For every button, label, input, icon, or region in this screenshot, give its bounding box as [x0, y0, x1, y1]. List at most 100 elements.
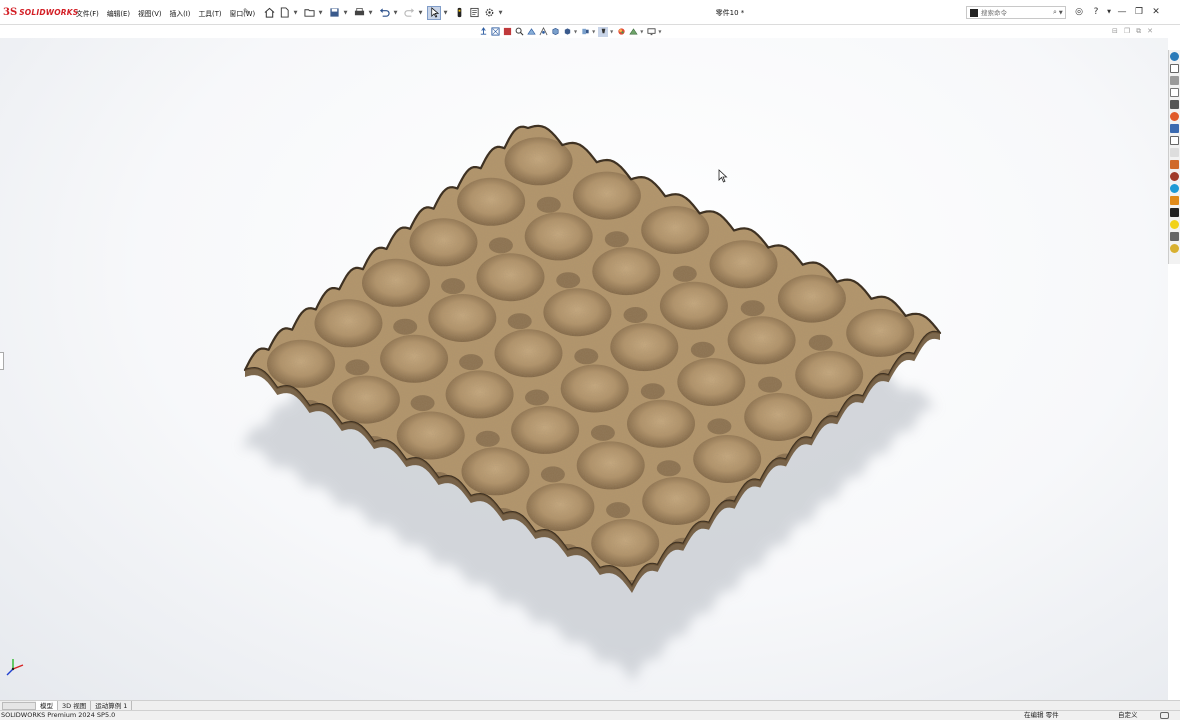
solidworks-resources-icon[interactable]	[1170, 52, 1179, 61]
appearances-icon[interactable]	[1170, 112, 1179, 121]
home-icon[interactable]	[1170, 64, 1179, 73]
help-dropdown-icon[interactable]: ▼	[1106, 5, 1112, 19]
display-style-dropdown-icon[interactable]: ▼	[574, 29, 577, 34]
menu-bar: 文件(F) 编辑(E) 视图(V) 插入(I) 工具(T) 窗口(W)	[72, 8, 259, 18]
graphics-area[interactable]	[0, 38, 1168, 700]
open-folder-icon[interactable]	[302, 6, 316, 20]
undo-icon[interactable]	[377, 6, 391, 20]
doc-restore-icon[interactable]: ❐	[1124, 27, 1130, 36]
appearance-dropdown-icon[interactable]: ▼	[610, 29, 613, 34]
print-dropdown-icon[interactable]: ▼	[367, 10, 374, 16]
display-icon[interactable]	[646, 27, 656, 37]
minimize-icon[interactable]: —	[1115, 5, 1129, 19]
undo-dropdown-icon[interactable]: ▼	[392, 10, 399, 16]
design-library-icon[interactable]	[1170, 76, 1179, 85]
zoom-to-fit-icon[interactable]	[490, 27, 500, 37]
menu-insert[interactable]: 插入(I)	[166, 8, 195, 18]
note-icon[interactable]	[1170, 208, 1179, 217]
menu-edit[interactable]: 编辑(E)	[103, 8, 134, 18]
document-window-controls: ⊟ ❐ ⧉ ✕	[1112, 27, 1153, 36]
zoom-icon[interactable]	[514, 27, 524, 37]
redo-dropdown-icon[interactable]: ▼	[417, 10, 424, 16]
display-dropdown-icon[interactable]: ▼	[658, 29, 661, 34]
search-dropdown-icon[interactable]: ▼	[1059, 10, 1063, 16]
home-icon[interactable]	[262, 6, 276, 20]
egg-tray-model[interactable]	[0, 38, 1168, 700]
view-palette-icon[interactable]	[1170, 100, 1179, 109]
save-dropdown-icon[interactable]: ▼	[342, 10, 349, 16]
select-icon[interactable]	[427, 5, 441, 20]
menu-file[interactable]: 文件(F)	[72, 8, 103, 18]
pin-icon[interactable]: ✎	[243, 7, 250, 16]
doc-close-icon[interactable]: ✕	[1147, 27, 1153, 36]
new-document-icon[interactable]	[277, 6, 291, 20]
tab-model[interactable]: 模型	[36, 700, 58, 711]
help-icon[interactable]: ?	[1089, 5, 1103, 19]
task-pane	[1168, 50, 1180, 264]
view-settings-icon[interactable]	[628, 27, 638, 37]
rebuild-icon[interactable]	[452, 6, 466, 20]
hide-show-dropdown-icon[interactable]: ▼	[592, 29, 595, 34]
menu-tools[interactable]: 工具(T)	[194, 8, 225, 18]
new-dropdown-icon[interactable]: ▼	[292, 10, 299, 16]
model-tabs-bar: 模型 3D 视图 运动算例 1	[0, 700, 1180, 711]
print-icon[interactable]	[352, 6, 366, 20]
lightbulb-icon[interactable]	[1170, 220, 1179, 229]
model-body	[243, 124, 942, 593]
previous-view-icon[interactable]	[478, 27, 488, 37]
search-input[interactable]	[981, 8, 1053, 17]
logo-text: SOLIDWORKS	[19, 7, 79, 17]
reference-triad-icon[interactable]	[4, 656, 26, 678]
settings-icon[interactable]	[1170, 244, 1179, 253]
dynamic-annotation-icon[interactable]	[538, 27, 548, 37]
restore-icon[interactable]: ❐	[1132, 5, 1146, 19]
feature-manager-collapse-handle[interactable]	[0, 352, 4, 370]
heads-up-view-toolbar: ▼ ▼ ▼ ▼ ▼	[478, 25, 664, 38]
hide-show-icon[interactable]	[580, 27, 590, 37]
cad-icon[interactable]	[1170, 232, 1179, 241]
product-version: SOLIDWORKS Premium 2024 SP5.0	[1, 711, 116, 719]
edit-appearance-icon[interactable]	[598, 26, 609, 37]
search-icon[interactable]: ⌕	[1053, 8, 1057, 17]
file-explorer-icon[interactable]	[1170, 88, 1179, 97]
options-icon[interactable]	[482, 6, 496, 20]
tab-motion-study-1[interactable]: 运动算例 1	[91, 700, 133, 711]
status-bar: SOLIDWORKS Premium 2024 SP5.0 在编辑 零件 自定义	[0, 710, 1180, 720]
select-dropdown-icon[interactable]: ▼	[442, 10, 449, 16]
file-properties-icon[interactable]	[467, 6, 481, 20]
unit-system-button[interactable]: 自定义	[1118, 711, 1138, 720]
learning-icon[interactable]	[1170, 196, 1179, 205]
standard-toolbar: ▼ ▼ ▼ ▼ ▼ ▼ ▼ ▼	[262, 4, 507, 21]
tab-3d-views[interactable]: 3D 视图	[58, 700, 92, 711]
options-dropdown-icon[interactable]: ▼	[497, 10, 504, 16]
search-commands-box[interactable]: ⌕ ▼	[966, 6, 1066, 19]
view-orientation-icon[interactable]	[550, 27, 560, 37]
toolbox-icon[interactable]	[1170, 172, 1179, 181]
solidworks-3dmarketplace-icon[interactable]	[1170, 184, 1179, 193]
tag-icon[interactable]	[1160, 712, 1169, 719]
doc-tile-icon[interactable]: ⧉	[1136, 27, 1141, 36]
display-style-icon[interactable]	[562, 27, 572, 37]
3dexperience-icon[interactable]	[1170, 148, 1179, 157]
user-account-icon[interactable]: ◎	[1072, 5, 1086, 19]
custom-properties-icon[interactable]	[1170, 124, 1179, 133]
save-icon[interactable]	[327, 6, 341, 20]
title-bar: 3S SOLIDWORKS 文件(F) 编辑(E) 视图(V) 插入(I) 工具…	[0, 0, 1180, 25]
scene-icon[interactable]	[616, 27, 626, 37]
redo-icon[interactable]	[402, 6, 416, 20]
markup-icon[interactable]	[1170, 160, 1179, 169]
command-prompt-icon	[970, 8, 978, 17]
view-settings-dropdown-icon[interactable]: ▼	[640, 29, 643, 34]
close-icon[interactable]: ✕	[1149, 5, 1163, 19]
window-controls: ◎ ? ▼ — ❐ ✕	[1072, 5, 1163, 19]
zoom-to-area-icon[interactable]	[502, 27, 512, 37]
menu-view[interactable]: 视图(V)	[134, 8, 166, 18]
tab-scroll-buttons[interactable]	[2, 701, 36, 710]
solidworks-forum-icon[interactable]	[1170, 136, 1179, 145]
section-view-icon[interactable]	[526, 27, 536, 37]
solidworks-logo[interactable]: 3S SOLIDWORKS	[3, 5, 78, 19]
ds-logo-mark: 3S	[3, 6, 18, 18]
doc-minimize-icon[interactable]: ⊟	[1112, 27, 1118, 36]
mouse-cursor-icon	[718, 169, 728, 183]
open-dropdown-icon[interactable]: ▼	[317, 10, 324, 16]
